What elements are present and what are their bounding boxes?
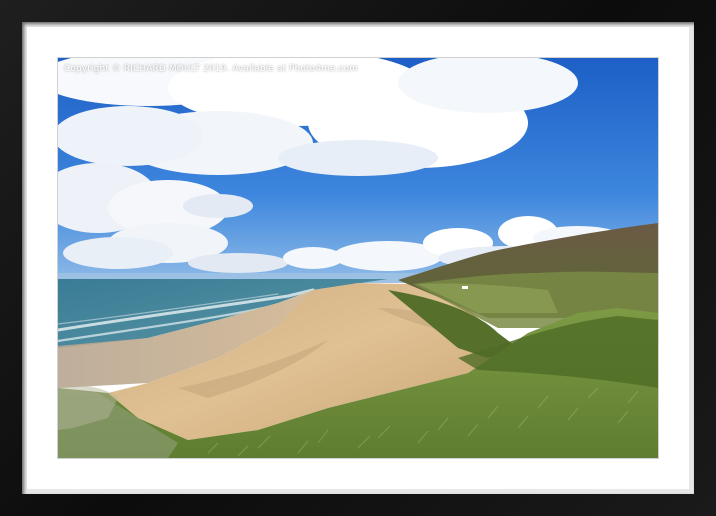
beach-scene — [58, 58, 658, 458]
picture-frame: Copyright © RICHARD MOULT 2019. Availabl… — [0, 0, 716, 516]
landscape-photo: Copyright © RICHARD MOULT 2019. Availabl… — [58, 58, 658, 458]
copyright-watermark: Copyright © RICHARD MOULT 2019. Availabl… — [64, 64, 359, 74]
